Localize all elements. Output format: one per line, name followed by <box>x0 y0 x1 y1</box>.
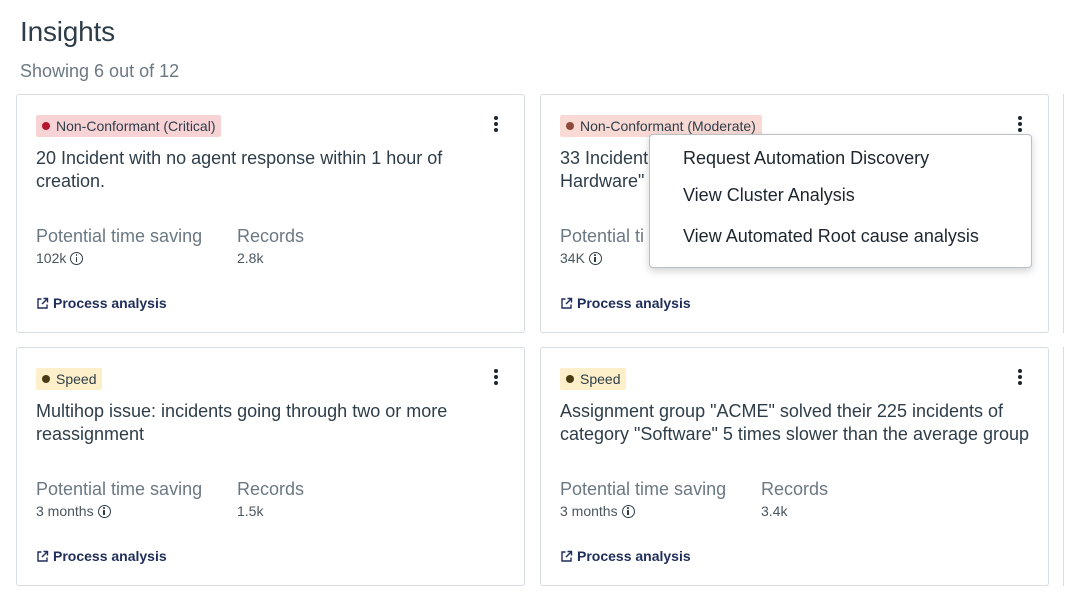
menu-item-view-root-cause-analysis[interactable]: View Automated Root cause analysis <box>683 226 979 247</box>
info-icon[interactable] <box>588 251 602 265</box>
category-badge: Speed <box>560 368 627 390</box>
info-icon[interactable] <box>621 504 635 518</box>
time-saving-number: 102k <box>36 250 67 266</box>
time-saving-label: Potential time saving <box>36 479 203 499</box>
time-saving-value: 102k <box>36 250 84 266</box>
process-analysis-link[interactable]: Process analysis <box>560 548 691 564</box>
more-options-icon[interactable] <box>1012 115 1028 133</box>
process-analysis-link[interactable]: Process analysis <box>36 295 167 311</box>
process-analysis-link[interactable]: Process analysis <box>560 295 691 311</box>
time-saving-number: 3 months <box>560 503 618 519</box>
insight-title: Multihop issue: incidents going through … <box>36 401 448 444</box>
menu-item-request-automation-discovery[interactable]: Request Automation Discovery <box>683 148 929 169</box>
insight-card: Non-Conformant (Critical) 20 Incident wi… <box>16 94 525 333</box>
badge-label: Speed <box>580 371 621 387</box>
time-saving-value: 34K <box>560 250 602 266</box>
link-label: Process analysis <box>577 295 691 311</box>
badge-dot <box>566 375 574 383</box>
records-label: Records <box>237 479 305 499</box>
badge-dot <box>566 122 574 130</box>
page-title: Insights <box>20 16 115 47</box>
link-label: Process analysis <box>53 548 167 564</box>
time-saving-value: 3 months <box>560 503 635 519</box>
results-count: Showing 6 out of 12 <box>20 61 180 81</box>
time-saving-value: 3 months <box>36 503 111 519</box>
severity-badge: Non-Conformant (Critical) <box>36 115 222 137</box>
badge-dot <box>42 375 50 383</box>
link-label: Process analysis <box>577 548 691 564</box>
more-options-icon[interactable] <box>488 115 504 133</box>
badge-label: Non-Conformant (Critical) <box>56 118 216 134</box>
badge-dot <box>42 122 50 130</box>
records-label: Records <box>761 479 829 499</box>
records-value: 3.4k <box>761 503 788 519</box>
records-value: 2.8k <box>237 250 264 266</box>
time-saving-number: 3 months <box>36 503 94 519</box>
external-link-icon <box>36 297 49 310</box>
external-link-icon <box>560 550 573 563</box>
badge-label: Speed <box>56 371 97 387</box>
records-value: 1.5k <box>237 503 264 519</box>
external-link-icon <box>36 550 49 563</box>
time-saving-label: Potential ti <box>560 226 645 246</box>
more-options-icon[interactable] <box>1012 368 1028 386</box>
more-options-icon[interactable] <box>488 368 504 386</box>
time-saving-label: Potential time saving <box>560 479 727 499</box>
insight-title: 20 Incident with no agent response withi… <box>36 148 443 191</box>
external-link-icon <box>560 297 573 310</box>
card-options-menu: Request Automation Discovery View Cluste… <box>649 134 1032 268</box>
process-analysis-link[interactable]: Process analysis <box>36 548 167 564</box>
time-saving-label: Potential time saving <box>36 226 203 246</box>
category-badge: Speed <box>36 368 103 390</box>
info-icon[interactable] <box>97 504 111 518</box>
menu-item-view-cluster-analysis[interactable]: View Cluster Analysis <box>683 185 855 206</box>
link-label: Process analysis <box>53 295 167 311</box>
records-label: Records <box>237 226 305 246</box>
insight-title: Assignment group "ACME" solved their 225… <box>560 401 1030 444</box>
info-icon[interactable] <box>70 251 84 265</box>
time-saving-number: 34K <box>560 250 585 266</box>
insight-card: Speed Assignment group "ACME" solved the… <box>540 347 1049 586</box>
insight-card: Speed Multihop issue: incidents going th… <box>16 347 525 586</box>
